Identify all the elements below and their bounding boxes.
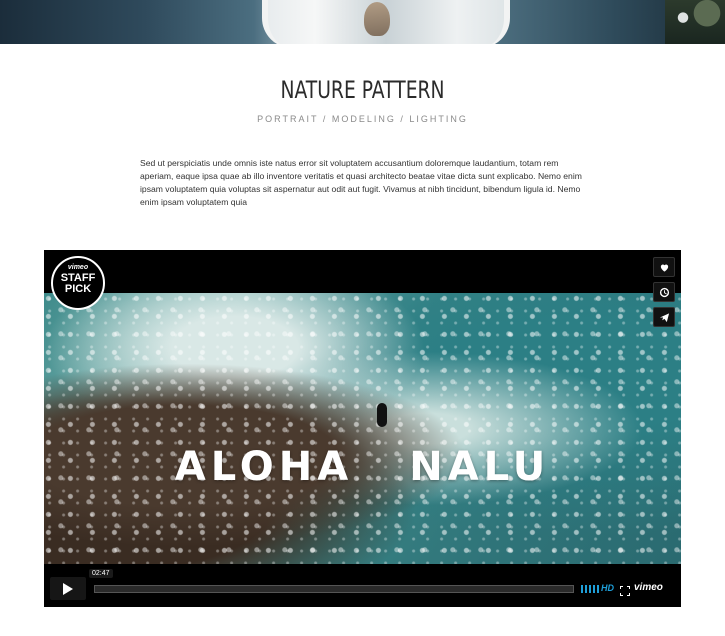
rocks-image — [665, 0, 725, 44]
heart-icon — [660, 264, 668, 272]
wave-foam — [44, 293, 681, 564]
hd-toggle[interactable]: HD — [601, 583, 614, 593]
fullscreen-icon — [620, 586, 630, 596]
volume-control[interactable] — [581, 585, 599, 593]
page-subtitle: PORTRAIT / MODELING / LIGHTING — [257, 114, 468, 124]
player-controls: 02:47 HD vimeo — [44, 564, 681, 607]
surfer-figure — [377, 403, 387, 427]
clock-icon — [659, 287, 669, 297]
description-text: Sed ut perspiciatis unde omnis iste natu… — [140, 158, 582, 207]
volume-bar — [585, 585, 587, 593]
badge-brand: vimeo — [67, 264, 89, 271]
video-player[interactable]: ALOHA NALU vimeo STAFF PICK 02:47 HD vime… — [44, 250, 681, 607]
volume-bar — [589, 585, 591, 593]
fullscreen-button[interactable] — [620, 583, 630, 596]
page-title: NATURE PATTERN — [280, 76, 445, 104]
volume-bar — [593, 585, 595, 593]
boat-image — [262, 0, 510, 44]
video-frame[interactable]: ALOHA NALU — [44, 293, 681, 564]
overlay-word-2: NALU — [409, 444, 551, 490]
like-button[interactable] — [653, 257, 675, 277]
progress-bar[interactable] — [94, 585, 574, 593]
send-icon — [659, 312, 669, 322]
overlay-word-1: ALOHA — [174, 444, 354, 490]
staff-pick-badge[interactable]: vimeo STAFF PICK — [51, 256, 105, 310]
volume-bar — [581, 585, 583, 593]
hero-image — [0, 0, 725, 44]
video-title-overlay: ALOHA NALU — [44, 444, 681, 490]
duration-label: 02:47 — [89, 569, 113, 578]
watch-later-button[interactable] — [653, 282, 675, 302]
play-icon — [63, 582, 73, 595]
vimeo-logo[interactable]: vimeo — [634, 582, 663, 593]
volume-bar — [597, 585, 599, 593]
badge-text: STAFF PICK — [60, 272, 96, 295]
play-button[interactable] — [50, 577, 86, 600]
share-button[interactable] — [653, 307, 675, 327]
